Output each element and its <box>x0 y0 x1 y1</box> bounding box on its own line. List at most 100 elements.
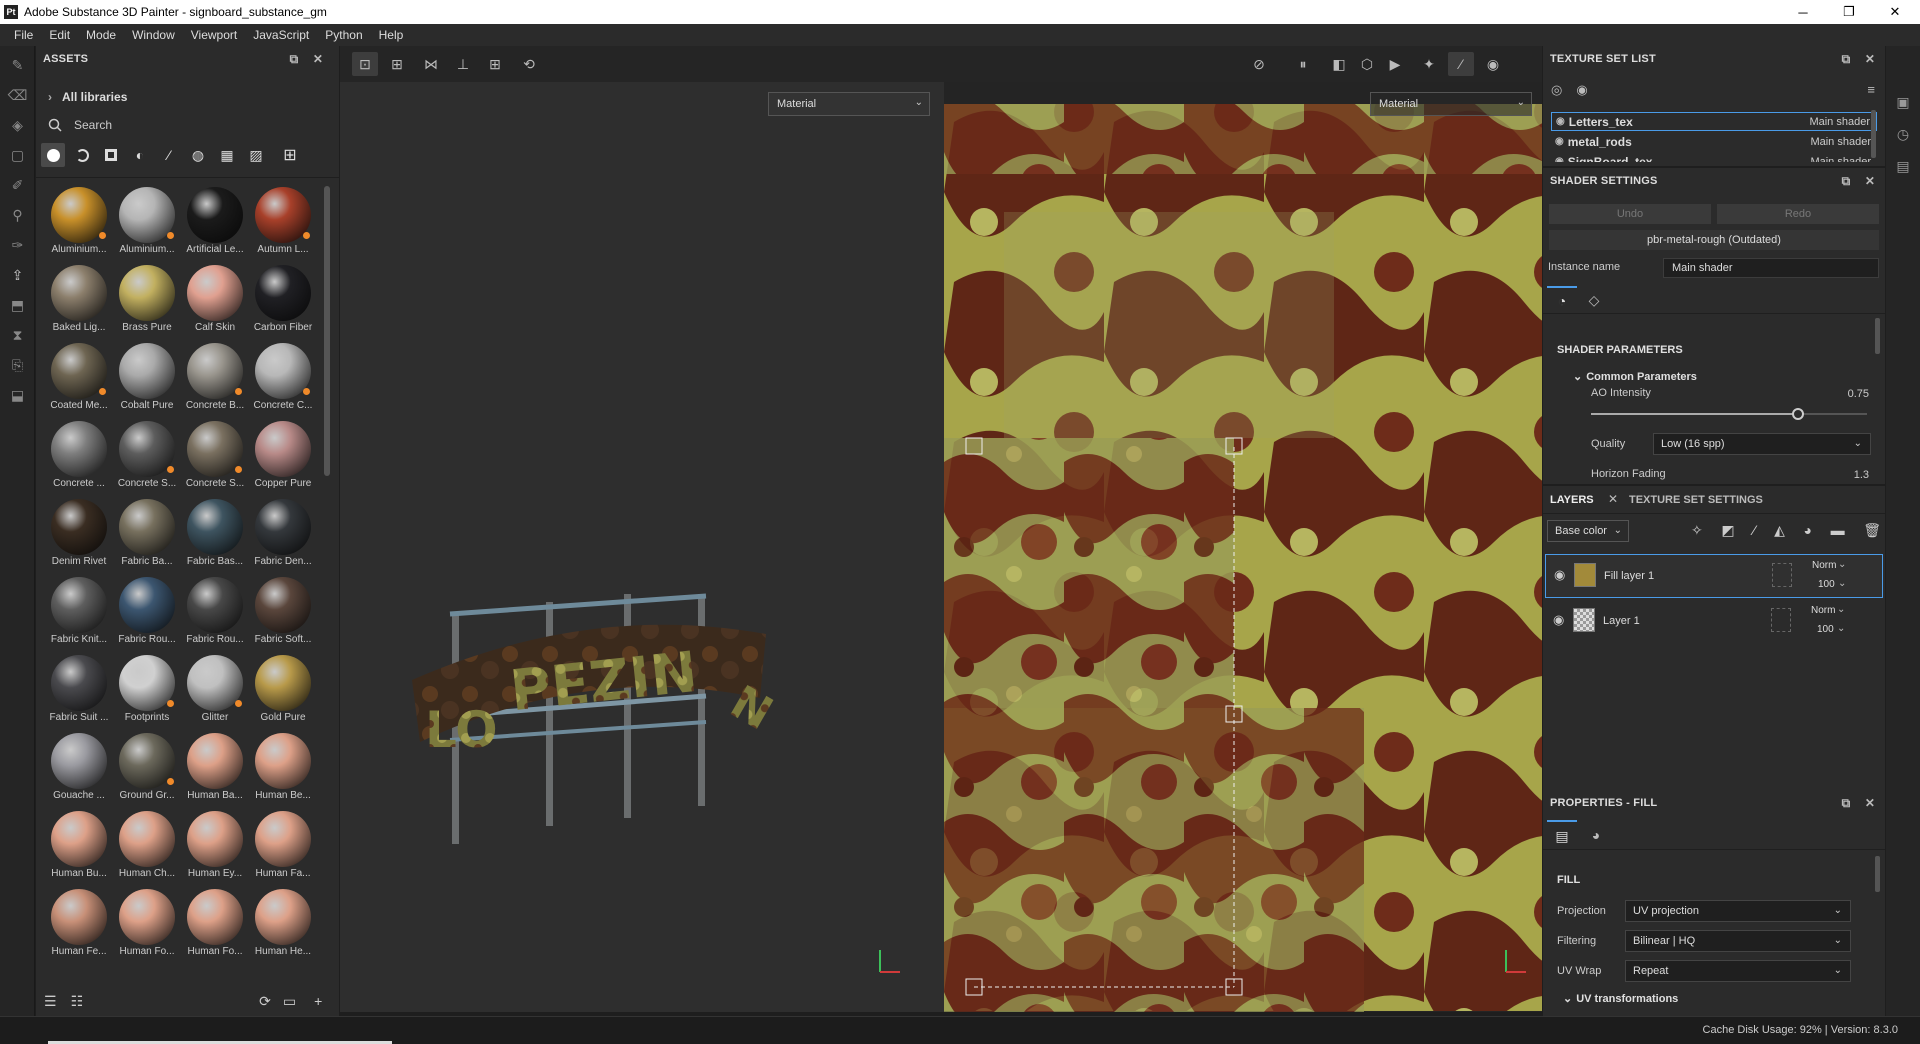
fill-tab-icon[interactable]: ▤ <box>1547 820 1577 850</box>
assets-scrollbar[interactable] <box>324 186 330 476</box>
filter-brushes-icon[interactable]: ⁄ <box>157 143 181 167</box>
visibility-eye-icon[interactable]: ◉ <box>1555 156 1564 162</box>
material-thumbnail[interactable]: Autumn L... <box>245 184 313 262</box>
tile-icon[interactable]: ⊞ <box>384 52 410 76</box>
instance-name-field[interactable]: Main shader <box>1663 258 1879 278</box>
texture-set-row[interactable]: ◉ Letters_tex Main shader <box>1551 112 1877 131</box>
material-thumbnail[interactable]: Human Fo... <box>177 886 245 964</box>
maximize-button[interactable]: ❐ <box>1826 0 1872 24</box>
history-icon[interactable]: ⟲ <box>516 52 542 76</box>
add-paint-layer-icon[interactable]: ⁄ <box>1753 522 1755 542</box>
float-panel-icon[interactable]: ⧉ <box>1836 46 1856 72</box>
material-thumbnail[interactable]: Fabric Soft... <box>245 574 313 652</box>
material-thumbnail[interactable]: Cobalt Pure <box>109 340 177 418</box>
menu-edit[interactable]: Edit <box>41 24 78 46</box>
ao-intensity-slider[interactable] <box>1591 408 1867 420</box>
material-thumbnail[interactable]: Fabric Bas... <box>177 496 245 574</box>
menu-python[interactable]: Python <box>317 24 370 46</box>
material-thumbnail[interactable]: Human Fo... <box>109 886 177 964</box>
add-mask-icon[interactable]: ◩ <box>1721 522 1734 542</box>
refresh-icon[interactable]: ⟳ <box>259 993 271 1010</box>
material-thumbnail[interactable]: Human Bu... <box>41 808 109 886</box>
search-field[interactable]: Search <box>48 116 328 134</box>
quality-select[interactable]: Low (16 spp) ⌄ <box>1653 433 1871 455</box>
material-thumbnail[interactable]: Concrete S... <box>109 418 177 496</box>
paint-brush-icon[interactable]: ✎ <box>0 50 35 80</box>
screenshot-icon[interactable]: ◉ <box>1480 52 1506 76</box>
filter-smart-masks-icon[interactable]: ◐ <box>128 143 152 167</box>
material-thumbnail[interactable]: Human Be... <box>245 730 313 808</box>
material-thumbnail[interactable]: Human Fe... <box>41 886 109 964</box>
uv-transformations-title[interactable]: ⌄ UV transformations <box>1563 992 1678 1005</box>
filter-masks-icon[interactable] <box>99 143 123 167</box>
split-view-icon[interactable]: ◧ <box>1326 52 1352 76</box>
material-thumbnail[interactable]: Concrete S... <box>177 418 245 496</box>
material-thumbnail[interactable]: Calf Skin <box>177 262 245 340</box>
blend-mode[interactable]: Norm <box>1812 560 1836 571</box>
eye-icon[interactable]: ◉ <box>1576 82 1587 100</box>
texture-set-scrollbar[interactable] <box>1871 110 1876 158</box>
camera-3d-icon[interactable]: ⬡ <box>1354 52 1380 76</box>
bake-icon[interactable]: ⇪ <box>0 260 35 290</box>
material-thumbnail[interactable]: Footprints <box>109 652 177 730</box>
menu-window[interactable]: Window <box>124 24 183 46</box>
close-panel-icon[interactable]: ✕ <box>308 46 328 72</box>
layer-row-fill-layer-1[interactable]: ◉ Fill layer 1 Norm ⌄ 100 ⌄ <box>1545 554 1883 598</box>
shader-geometry-tab-icon[interactable]: ◇ <box>1579 286 1609 314</box>
add-effect-icon[interactable]: ✧ <box>1691 522 1703 542</box>
redo-button[interactable]: Redo <box>1717 204 1879 224</box>
visibility-eye-icon[interactable]: ◉ <box>1555 136 1564 147</box>
filtering-select[interactable]: Bilinear | HQ ⌄ <box>1625 930 1851 952</box>
pause-icon[interactable]: ⏸ <box>1290 52 1316 76</box>
projection-select[interactable]: UV projection ⌄ <box>1625 900 1851 922</box>
blend-mode[interactable]: Norm <box>1811 605 1835 616</box>
float-panel-icon[interactable]: ⧉ <box>1836 168 1856 194</box>
close-panel-icon[interactable]: ✕ <box>1860 790 1880 816</box>
uv-wrap-select[interactable]: Repeat ⌄ <box>1625 960 1851 982</box>
add-asset-icon[interactable]: + <box>314 993 322 1009</box>
layer-row-layer-1[interactable]: ◉ Layer 1 Norm ⌄ 100 ⌄ <box>1545 600 1883 644</box>
channel-select[interactable]: Base color ⌄ <box>1547 520 1629 542</box>
material-thumbnail[interactable]: Fabric Ba... <box>109 496 177 574</box>
video-camera-icon[interactable]: ▶ <box>1382 52 1408 76</box>
geometry-mask-icon[interactable]: ▢ <box>0 140 35 170</box>
add-folder-icon[interactable]: ▬ <box>1831 522 1845 542</box>
texture-set-settings-tab[interactable]: TEXTURE SET SETTINGS <box>1629 494 1763 506</box>
material-thumbnail[interactable]: Denim Rivet <box>41 496 109 574</box>
ao-intensity-handle[interactable] <box>1792 408 1804 420</box>
texture-set-row[interactable]: ◉ SignBoard_tex Main shader <box>1551 152 1877 163</box>
float-panel-icon[interactable]: ⧉ <box>1836 790 1856 816</box>
material-thumbnail[interactable]: Aluminium... <box>41 184 109 262</box>
close-panel-icon[interactable]: ✕ <box>1860 46 1880 72</box>
filter-procedurals-icon[interactable]: ◍ <box>186 143 210 167</box>
display-settings-icon[interactable]: ▣ <box>1886 86 1920 118</box>
display-settings-icon[interactable]: ⬓ <box>0 380 35 410</box>
menu-javascript[interactable]: JavaScript <box>245 24 317 46</box>
folder-icon[interactable]: ▭ <box>283 993 296 1010</box>
uv-grid-icon[interactable]: ⊡ <box>352 52 378 76</box>
properties-scrollbar[interactable] <box>1875 856 1880 892</box>
material-thumbnail[interactable]: Copper Pure <box>245 418 313 496</box>
texture-set-row[interactable]: ◉ metal_rods Main shader <box>1551 132 1877 151</box>
material-thumbnail[interactable]: Concrete ... <box>41 418 109 496</box>
hide-uv-icon[interactable]: ⊘ <box>1246 52 1272 76</box>
material-thumbnail[interactable]: Human Ey... <box>177 808 245 886</box>
iray-icon[interactable]: ✦ <box>1416 52 1442 76</box>
material-thumbnail[interactable]: Gold Pure <box>245 652 313 730</box>
layers-tab[interactable]: LAYERS <box>1550 494 1594 506</box>
material-thumbnail[interactable]: Fabric Den... <box>245 496 313 574</box>
viewport-2d[interactable]: Material ⌄ <box>944 82 1542 1012</box>
shader-scrollbar[interactable] <box>1875 318 1880 354</box>
eraser-icon[interactable]: ⌫ <box>0 80 35 110</box>
symmetry-icon[interactable]: ⋈ <box>418 52 444 76</box>
material-thumbnail[interactable]: Human Ch... <box>109 808 177 886</box>
material-thumbnail[interactable]: Fabric Knit... <box>41 574 109 652</box>
measure-icon[interactable]: ⧗ <box>0 320 35 350</box>
log-icon[interactable]: ▤ <box>1886 150 1920 182</box>
delete-layer-icon[interactable]: 🗑 <box>1863 522 1881 542</box>
material-thumbnail[interactable]: Aluminium... <box>109 184 177 262</box>
material-thumbnail[interactable]: Gouache ... <box>41 730 109 808</box>
add-smart-material-icon[interactable]: ◕ <box>1804 522 1812 542</box>
material-thumbnail[interactable]: Brass Pure <box>109 262 177 340</box>
add-fill-layer-icon[interactable]: ◭ <box>1774 522 1785 542</box>
